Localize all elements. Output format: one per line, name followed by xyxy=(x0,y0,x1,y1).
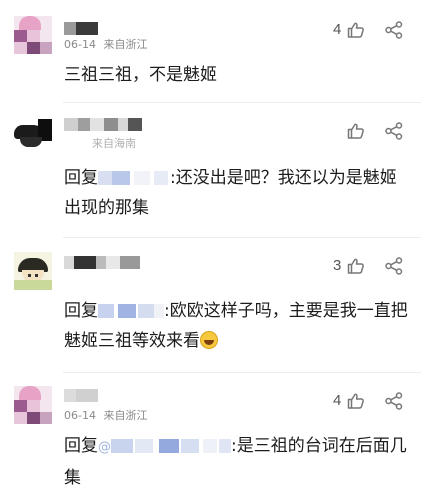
like-count: 4 xyxy=(333,21,342,38)
comment-date: 06-14 xyxy=(64,409,96,422)
reply-at: @ xyxy=(98,440,111,455)
like-count: 4 xyxy=(333,392,342,409)
comment-text: 回复@ :是三祖的台词在后面几集 xyxy=(64,431,409,493)
share-button[interactable] xyxy=(384,391,404,411)
comment-meta: 来自海南 xyxy=(64,135,136,151)
thumbs-up-icon xyxy=(347,393,364,409)
comment-item: 来自海南 回复 :还没出是吧？我还以为是魅姬出现的那集 xyxy=(0,103,421,237)
avatar[interactable] xyxy=(14,252,52,290)
like-button[interactable] xyxy=(346,256,366,276)
comment-text: 三祖三祖，不是魅姬 xyxy=(64,60,409,90)
share-button[interactable] xyxy=(384,256,404,276)
username-blurred[interactable] xyxy=(64,22,98,35)
comment-location: 来自海南 xyxy=(92,137,136,150)
reply-target-blurred[interactable] xyxy=(111,439,231,453)
comment-meta: 06-14 来自浙江 xyxy=(64,407,147,423)
share-icon xyxy=(385,122,403,140)
username-blurred[interactable] xyxy=(64,256,140,269)
comment-location: 来自浙江 xyxy=(103,409,148,422)
comment-text: 回复 :还没出是吧？我还以为是魅姬出现的那集 xyxy=(64,163,409,223)
reply-prefix: 回复 xyxy=(64,436,98,456)
avatar[interactable] xyxy=(14,16,52,54)
thumbs-up-icon xyxy=(347,123,364,139)
avatar[interactable] xyxy=(14,115,52,153)
like-button[interactable] xyxy=(346,20,366,40)
comment-meta: 06-14 来自浙江 xyxy=(64,36,147,52)
comment-item: 06-14 来自浙江 4 三祖三祖，不是魅姬 xyxy=(0,0,421,102)
reply-target-blurred[interactable] xyxy=(98,171,170,185)
share-icon xyxy=(385,21,403,39)
reply-target-blurred[interactable] xyxy=(98,304,164,318)
comment-text: 回复 :欧欧这样子吗，主要是我一直把魅姬三祖等效来看 xyxy=(64,296,409,356)
reply-prefix: 回复 xyxy=(64,168,98,188)
laughing-face-emoji xyxy=(200,331,218,349)
avatar[interactable] xyxy=(14,386,52,424)
comment-location: 来自浙江 xyxy=(103,38,148,51)
like-button[interactable] xyxy=(346,121,366,141)
like-button[interactable] xyxy=(346,391,366,411)
like-count: 3 xyxy=(333,257,342,274)
thumbs-up-icon xyxy=(347,258,364,274)
share-icon xyxy=(385,257,403,275)
thumbs-up-icon xyxy=(347,22,364,38)
share-button[interactable] xyxy=(384,20,404,40)
share-icon xyxy=(385,392,403,410)
comment-item: 06-14 来自浙江 4 回复@ :是三祖的台词在后面几集 xyxy=(0,373,421,500)
username-blurred[interactable] xyxy=(64,118,142,131)
reply-prefix: 回复 xyxy=(64,301,98,321)
username-blurred[interactable] xyxy=(64,389,98,402)
comment-date: 06-14 xyxy=(64,38,96,51)
comment-body: 三祖三祖，不是魅姬 xyxy=(64,65,217,85)
share-button[interactable] xyxy=(384,121,404,141)
comment-item: 3 回复 :欧欧这样子吗，主要是我一直把魅姬三祖等效来看 xyxy=(0,238,421,372)
